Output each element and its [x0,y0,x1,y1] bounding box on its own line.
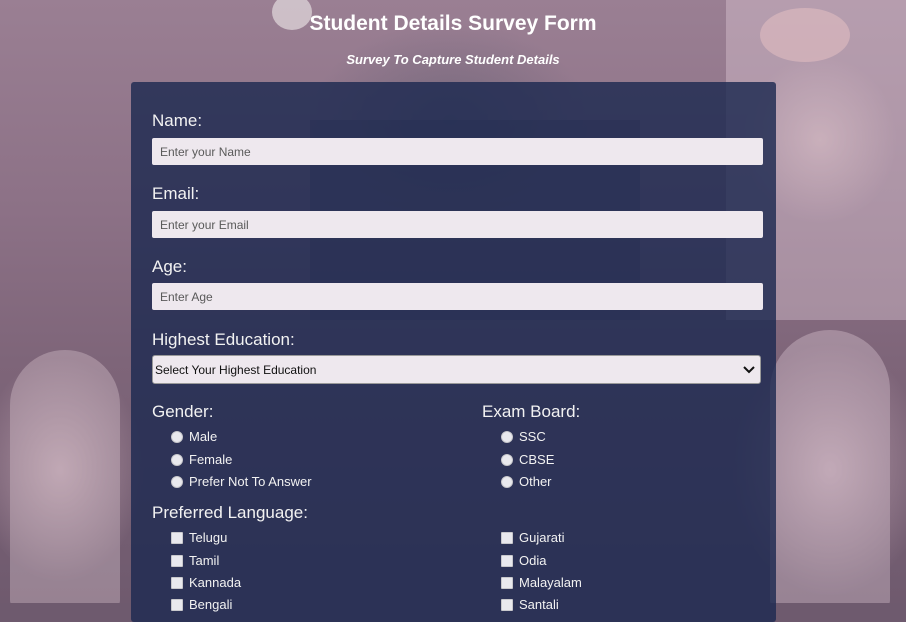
language-option-bengali[interactable]: Bengali [171,597,232,612]
checkbox[interactable] [501,598,513,611]
exam-board-option-other[interactable]: Other [501,474,552,489]
education-label: Highest Education: [152,330,295,349]
page-title: Student Details Survey Form [309,12,597,35]
radio-button[interactable] [501,430,513,443]
survey-form: Name: Email: Age: Highest Education: Sel… [131,82,776,622]
checkbox[interactable] [171,531,183,544]
language-label: Preferred Language: [152,503,308,522]
page-subtitle: Survey To Capture Student Details [346,52,560,67]
name-label: Name: [152,111,203,130]
radio-button[interactable] [501,453,513,466]
age-label: Age: [152,257,187,276]
radio-button[interactable] [171,475,183,488]
gender-option-female[interactable]: Female [171,452,232,467]
chevron-down-icon [742,363,756,377]
checkbox[interactable] [171,554,183,567]
language-option-tamil[interactable]: Tamil [171,553,219,568]
checkbox[interactable] [171,576,183,589]
language-option-kannada[interactable]: Kannada [171,575,241,590]
checkbox[interactable] [171,598,183,611]
checkbox[interactable] [501,576,513,589]
name-input[interactable] [152,138,763,165]
language-option-malayalam[interactable]: Malayalam [501,575,582,590]
checkbox[interactable] [501,531,513,544]
email-label: Email: [152,184,200,203]
gender-option-male[interactable]: Male [171,429,217,444]
exam-board-option-ssc[interactable]: SSC [501,429,546,444]
language-option-odia[interactable]: Odia [501,553,546,568]
gender-option-prefer-not[interactable]: Prefer Not To Answer [171,474,312,489]
education-select[interactable]: Select Your Highest Education [152,355,761,384]
language-option-telugu[interactable]: Telugu [171,530,227,545]
checkbox[interactable] [501,554,513,567]
radio-button[interactable] [171,430,183,443]
email-input[interactable] [152,211,763,238]
radio-button[interactable] [171,453,183,466]
language-option-santali[interactable]: Santali [501,597,559,612]
exam-board-label: Exam Board: [482,402,581,421]
exam-board-option-cbse[interactable]: CBSE [501,452,554,467]
language-option-gujarati[interactable]: Gujarati [501,530,565,545]
radio-button[interactable] [501,475,513,488]
education-selected-value: Select Your Highest Education [155,362,317,377]
age-input[interactable] [152,283,763,310]
gender-label: Gender: [152,402,214,421]
